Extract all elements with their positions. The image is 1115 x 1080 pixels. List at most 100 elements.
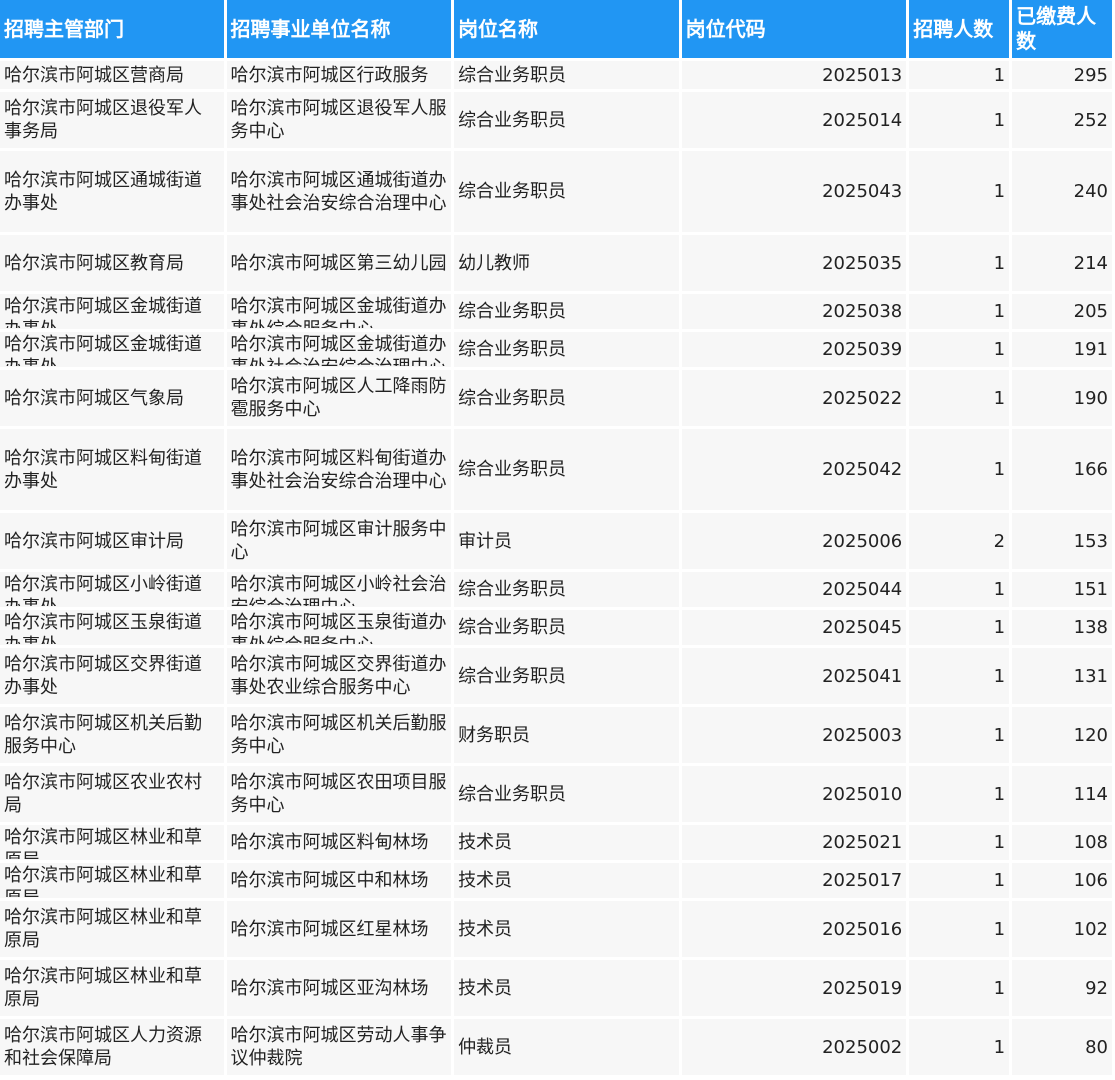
cell-post-text: 技术员 — [458, 832, 513, 853]
cell-code: 2025039 — [681, 332, 907, 367]
cell-post: 综合业务职员 — [454, 429, 679, 510]
cell-post: 综合业务职员 — [454, 332, 679, 367]
cell-count: 1 — [909, 572, 1010, 607]
cell-dept: 哈尔滨市阿城区农业农村局 — [0, 766, 224, 822]
cell-dept: 哈尔滨市阿城区交界街道办事处 — [0, 648, 224, 704]
cell-paid: 240 — [1012, 151, 1112, 232]
cell-dept: 哈尔滨市阿城区林业和草原局 — [0, 960, 224, 1016]
cell-dept-text: 哈尔滨市阿城区人力资源和社会保障局 — [4, 1025, 202, 1069]
cell-unit: 哈尔滨市阿城区退役军人服务中心 — [226, 92, 452, 148]
cell-unit: 哈尔滨市阿城区玉泉街道办事处综合服务中心 — [226, 610, 452, 645]
cell-paid: 138 — [1012, 610, 1112, 645]
cell-post: 综合业务职员 — [454, 572, 679, 607]
cell-unit: 哈尔滨市阿城区亚沟林场 — [226, 960, 452, 1016]
cell-unit-text: 哈尔滨市阿城区中和林场 — [230, 870, 429, 891]
cell-dept-text: 哈尔滨市阿城区林业和草原局 — [4, 966, 202, 1010]
table-header-row: 招聘主管部门 招聘事业单位名称 岗位名称 岗位代码 招聘人数 已缴费人数 — [0, 0, 1112, 58]
cell-dept-text: 哈尔滨市阿城区机关后勤服务中心 — [4, 713, 202, 757]
cell-post-text: 幼儿教师 — [458, 252, 531, 274]
header-code: 岗位代码 — [681, 0, 907, 58]
cell-paid: 190 — [1012, 370, 1112, 426]
table-row: 哈尔滨市阿城区玉泉街道办事处 哈尔滨市阿城区玉泉街道办事处综合服务中心 综合业务… — [0, 610, 1112, 645]
cell-dept-text: 哈尔滨市阿城区审计局 — [4, 530, 184, 552]
cell-code: 2025006 — [681, 513, 907, 569]
cell-unit: 哈尔滨市阿城区机关后勤服务中心 — [226, 707, 452, 763]
header-paid: 已缴费人数 — [1012, 0, 1112, 58]
cell-post-text: 综合业务职员 — [458, 339, 567, 360]
cell-dept: 哈尔滨市阿城区机关后勤服务中心 — [0, 707, 224, 763]
cell-dept: 哈尔滨市阿城区料甸街道办事处 — [0, 429, 224, 510]
cell-unit: 哈尔滨市阿城区小岭社会治安综合治理中心 — [226, 572, 452, 607]
cell-unit-text: 哈尔滨市阿城区玉泉街道办事处综合服务中心 — [230, 612, 447, 644]
cell-post-text: 综合业务职员 — [458, 783, 567, 805]
cell-post: 技术员 — [454, 901, 679, 957]
cell-count: 1 — [909, 151, 1010, 232]
cell-dept: 哈尔滨市阿城区林业和草原局 — [0, 901, 224, 957]
cell-unit: 哈尔滨市阿城区第三幼儿园 — [226, 235, 452, 291]
recruitment-table: 招聘主管部门 招聘事业单位名称 岗位名称 岗位代码 招聘人数 已缴费人数 哈尔滨… — [0, 0, 1115, 1078]
cell-count: 1 — [909, 294, 1010, 329]
cell-paid: 108 — [1012, 825, 1112, 860]
cell-post-text: 综合业务职员 — [458, 109, 567, 131]
cell-unit: 哈尔滨市阿城区中和林场 — [226, 863, 452, 898]
cell-paid: 166 — [1012, 429, 1112, 510]
table-row: 哈尔滨市阿城区退役军人事务局 哈尔滨市阿城区退役军人服务中心 综合业务职员 20… — [0, 92, 1112, 148]
cell-post: 综合业务职员 — [454, 151, 679, 232]
cell-code: 2025042 — [681, 429, 907, 510]
cell-code: 2025045 — [681, 610, 907, 645]
cell-unit-text: 哈尔滨市阿城区交界街道办事处农业综合服务中心 — [230, 654, 447, 698]
cell-post-text: 仲裁员 — [458, 1036, 513, 1058]
cell-unit: 哈尔滨市阿城区劳动人事争议仲裁院 — [226, 1019, 452, 1075]
cell-dept: 哈尔滨市阿城区林业和草原局 — [0, 863, 224, 898]
cell-post: 技术员 — [454, 960, 679, 1016]
cell-code: 2025003 — [681, 707, 907, 763]
cell-post: 综合业务职员 — [454, 294, 679, 329]
cell-paid: 191 — [1012, 332, 1112, 367]
cell-post: 技术员 — [454, 825, 679, 860]
cell-paid: 295 — [1012, 61, 1112, 89]
cell-paid: 153 — [1012, 513, 1112, 569]
cell-unit: 哈尔滨市阿城区料甸林场 — [226, 825, 452, 860]
cell-unit: 哈尔滨市阿城区金城街道办事处综合服务中心 — [226, 294, 452, 329]
cell-code: 2025013 — [681, 61, 907, 89]
cell-dept-text: 哈尔滨市阿城区金城街道办事处 — [4, 296, 202, 328]
table-row: 哈尔滨市阿城区通城街道办事处 哈尔滨市阿城区通城街道办事处社会治安综合治理中心 … — [0, 151, 1112, 232]
cell-dept: 哈尔滨市阿城区退役军人事务局 — [0, 92, 224, 148]
cell-dept-text: 哈尔滨市阿城区营商局 — [4, 64, 184, 86]
cell-code: 2025021 — [681, 825, 907, 860]
cell-code: 2025044 — [681, 572, 907, 607]
cell-code: 2025017 — [681, 863, 907, 898]
cell-count: 1 — [909, 332, 1010, 367]
cell-unit-text: 哈尔滨市阿城区第三幼儿园 — [230, 252, 447, 274]
cell-paid: 92 — [1012, 960, 1112, 1016]
cell-post-text: 综合业务职员 — [458, 387, 567, 409]
cell-paid: 214 — [1012, 235, 1112, 291]
cell-dept-text: 哈尔滨市阿城区农业农村局 — [4, 772, 202, 816]
cell-dept: 哈尔滨市阿城区金城街道办事处 — [0, 332, 224, 367]
cell-code: 2025002 — [681, 1019, 907, 1075]
cell-unit-text: 哈尔滨市阿城区小岭社会治安综合治理中心 — [230, 574, 447, 606]
table-row: 哈尔滨市阿城区机关后勤服务中心 哈尔滨市阿城区机关后勤服务中心 财务职员 202… — [0, 707, 1112, 763]
cell-count: 2 — [909, 513, 1010, 569]
cell-paid: 205 — [1012, 294, 1112, 329]
cell-count: 1 — [909, 235, 1010, 291]
cell-dept: 哈尔滨市阿城区小岭街道办事处 — [0, 572, 224, 607]
table-row: 哈尔滨市阿城区金城街道办事处 哈尔滨市阿城区金城街道办事处社会治安综合治理中心 … — [0, 332, 1112, 367]
cell-paid: 252 — [1012, 92, 1112, 148]
table-row: 哈尔滨市阿城区小岭街道办事处 哈尔滨市阿城区小岭社会治安综合治理中心 综合业务职… — [0, 572, 1112, 607]
cell-code: 2025043 — [681, 151, 907, 232]
cell-dept: 哈尔滨市阿城区通城街道办事处 — [0, 151, 224, 232]
cell-unit-text: 哈尔滨市阿城区机关后勤服务中心 — [230, 713, 447, 757]
cell-unit: 哈尔滨市阿城区交界街道办事处农业综合服务中心 — [226, 648, 452, 704]
table-row: 哈尔滨市阿城区林业和草原局 哈尔滨市阿城区红星林场 技术员 2025016 1 … — [0, 901, 1112, 957]
cell-count: 1 — [909, 1019, 1010, 1075]
cell-post: 综合业务职员 — [454, 370, 679, 426]
cell-unit: 哈尔滨市阿城区通城街道办事处社会治安综合治理中心 — [226, 151, 452, 232]
cell-unit-text: 哈尔滨市阿城区退役军人服务中心 — [230, 98, 447, 142]
cell-count: 1 — [909, 825, 1010, 860]
cell-post-text: 技术员 — [458, 977, 513, 999]
cell-post-text: 审计员 — [458, 530, 513, 552]
cell-paid: 106 — [1012, 863, 1112, 898]
cell-post-text: 综合业务职员 — [458, 459, 567, 480]
cell-post-text: 财务职员 — [458, 724, 531, 746]
